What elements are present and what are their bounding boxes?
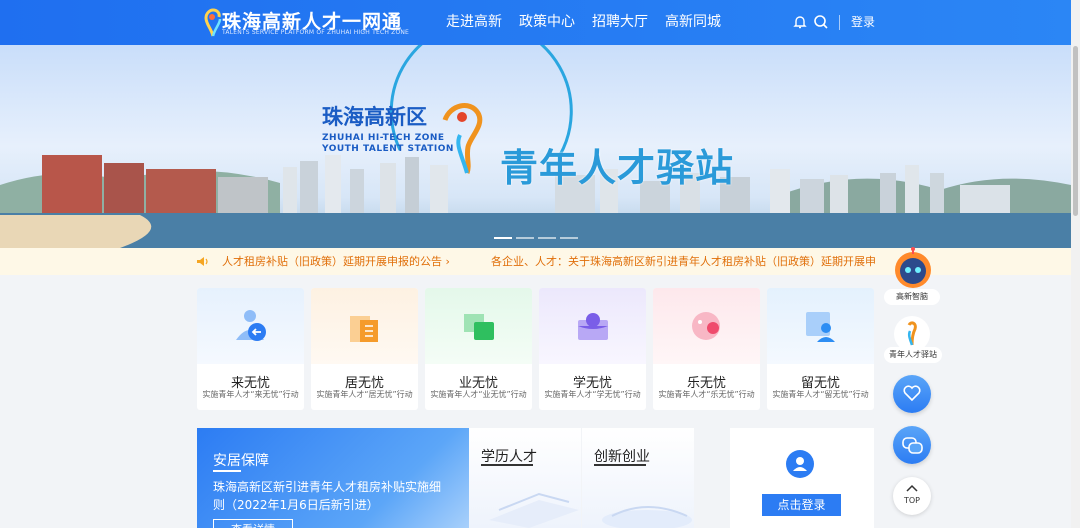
page-scrollbar[interactable] (1071, 0, 1080, 528)
card-subtitle: 实施青年人才“业无忧”行动 (430, 390, 527, 399)
books-illustration (489, 492, 579, 528)
carousel-dot[interactable] (494, 237, 512, 239)
nav-item-about[interactable]: 走进高新 (446, 0, 502, 45)
card-subtitle: 实施青年人才“学无忧”行动 (544, 390, 641, 399)
banner-title-cn: 珠海高新区 (322, 105, 427, 129)
tab-panel-startup[interactable]: 创新创业 (582, 428, 694, 528)
card-subtitle: 实施青年人才“居无忧”行动 (316, 390, 413, 399)
arrive-icon (236, 310, 266, 341)
featured-underline (213, 470, 241, 472)
service-card-ju[interactable]: 居无忧 实施青年人才“居无忧”行动 (311, 288, 418, 410)
back-to-top-label: TOP (903, 496, 920, 505)
service-card-lai[interactable]: 来无忧 实施青年人才“来无忧”行动 (197, 288, 304, 410)
click-login-button[interactable]: 点击登录 (762, 494, 841, 516)
featured-text[interactable]: 珠海高新区新引进青年人才租房补贴实施细则（2022年1月6日后新引进） (213, 478, 441, 514)
banner-title-en-2: YOUTH TALENT STATION (322, 144, 454, 154)
hero-banner[interactable]: 珠海高新区 ZHUHAI HI-TECH ZONE YOUTH TALENT S… (0, 45, 1071, 248)
scrollbar-thumb[interactable] (1073, 46, 1078, 216)
tab-title[interactable]: 学历人才 (481, 446, 537, 466)
study-icon (578, 313, 608, 340)
leisure-icon (692, 312, 720, 340)
banner-main-title: 青年人才驿站 (500, 146, 735, 190)
stay-icon (806, 312, 835, 342)
chat-icon (902, 437, 923, 454)
tab-underline (481, 464, 533, 466)
avatar (786, 450, 814, 478)
service-card-le[interactable]: 乐无忧 实施青年人才“乐无忧”行动 (653, 288, 760, 410)
chevron-up-icon (906, 484, 918, 492)
tab-title[interactable]: 创新创业 (594, 446, 650, 466)
youth-station-label[interactable]: 青年人才驿站 (884, 347, 942, 363)
career-icon (464, 314, 494, 340)
chat-button[interactable] (893, 426, 931, 464)
card-subtitle: 实施青年人才“来无忧”行动 (202, 390, 299, 399)
carousel-dots (494, 237, 578, 239)
top-header: 珠海高新人才一网通 TALENTS SERVICE PLATFORM OF ZH… (0, 0, 1080, 45)
bell-icon[interactable] (792, 14, 808, 30)
startup-illustration (602, 506, 692, 528)
card-subtitle: 实施青年人才“乐无忧”行动 (658, 390, 755, 399)
service-heart-button[interactable] (893, 375, 931, 413)
robot-assistant-label[interactable]: 高新智脑 (884, 289, 940, 305)
service-card-ye[interactable]: 业无忧 实施青年人才“业无忧”行动 (425, 288, 532, 410)
site-subtitle: TALENTS SERVICE PLATFORM OF ZHUHAI HIGH … (222, 29, 410, 36)
robot-assistant-icon[interactable] (891, 246, 935, 290)
login-link[interactable]: 登录 (851, 0, 875, 45)
user-icon (793, 457, 807, 471)
nav-item-policy[interactable]: 政策中心 (519, 0, 575, 45)
carousel-dot[interactable] (538, 237, 556, 239)
tab-panel-education[interactable]: 学历人才 (469, 428, 581, 528)
carousel-dot[interactable] (516, 237, 534, 239)
tab-underline (594, 464, 646, 466)
nav-item-jobs[interactable]: 招聘大厅 (592, 0, 648, 45)
service-card-xue[interactable]: 学无忧 实施青年人才“学无忧”行动 (539, 288, 646, 410)
service-card-liu[interactable]: 留无忧 实施青年人才“留无忧”行动 (767, 288, 874, 410)
carousel-dot[interactable] (560, 237, 578, 239)
banner-title-en-1: ZHUHAI HI-TECH ZONE (322, 133, 445, 143)
heart-hand-icon (903, 385, 921, 402)
featured-title: 安居保障 (213, 453, 269, 469)
header-divider (839, 15, 840, 30)
back-to-top-button[interactable]: TOP (893, 477, 931, 515)
housing-icon (350, 316, 378, 342)
speaker-icon (197, 257, 208, 266)
nav-item-city[interactable]: 高新同城 (665, 0, 721, 45)
featured-panel[interactable]: 安居保障 珠海高新区新引进青年人才租房补贴实施细则（2022年1月6日后新引进）… (197, 428, 469, 528)
search-icon[interactable] (813, 14, 829, 30)
card-subtitle: 实施青年人才“留无忧”行动 (772, 390, 869, 399)
view-details-button[interactable]: 查看详情 (213, 519, 293, 528)
login-panel: 点击登录 (730, 428, 874, 528)
main-nav: 走进高新 政策中心 招聘大厅 高新同城 (446, 0, 738, 45)
notice-item[interactable]: 人才租房补贴（旧政策）延期开展申报的公告 › (222, 248, 450, 275)
notice-item[interactable]: 各企业、人才：关于珠海高新区新引进青年人才租房补贴（旧政策）延期开展申报的公告 (491, 248, 876, 275)
